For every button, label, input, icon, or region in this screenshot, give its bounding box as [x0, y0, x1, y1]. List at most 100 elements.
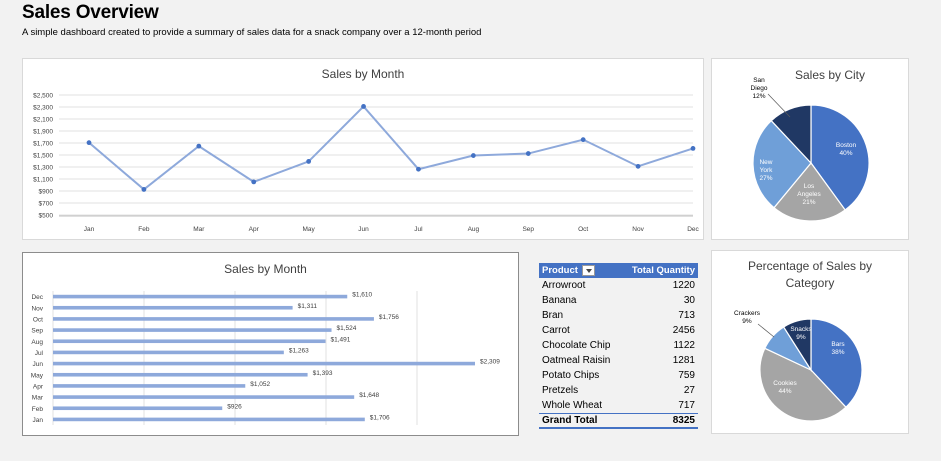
table-row[interactable]: Potato Chips 759	[539, 368, 698, 383]
y-tick-label: $700	[39, 201, 54, 208]
product-cell: Whole Wheat	[542, 399, 603, 411]
y-tick-label: $900	[39, 189, 54, 196]
table-row[interactable]: Chocolate Chip 1122	[539, 338, 698, 353]
product-cell: Chocolate Chip	[542, 340, 611, 351]
product-cell: Arrowroot	[542, 280, 586, 291]
y-tick-label: Aug	[31, 339, 43, 346]
y-tick-label: Jul	[35, 350, 44, 357]
x-tick-label: Dec	[687, 226, 699, 233]
y-tick-label: Apr	[33, 383, 44, 390]
product-cell: Bran	[542, 310, 564, 321]
table-row[interactable]: Arrowroot 1220	[539, 278, 698, 293]
bar	[53, 328, 332, 332]
x-tick-label: Aug	[468, 226, 480, 233]
qty-cell: 759	[678, 370, 695, 381]
y-tick-label: Dec	[31, 294, 43, 301]
y-tick-label: Mar	[32, 395, 44, 402]
data-point	[470, 153, 476, 158]
bar	[53, 384, 246, 388]
data-point	[361, 104, 366, 109]
pivot-header-row: Product Total Quantity	[539, 263, 698, 278]
table-row[interactable]: Oatmeal Raisin 1281	[539, 353, 698, 368]
data-point	[690, 146, 696, 151]
bar	[53, 417, 365, 422]
bar	[53, 294, 348, 299]
line-chart: $500 $700 $900 $1,100 $1,300 $1,500 $1,700 $1,9…	[33, 93, 699, 234]
product-cell: Pretzels	[542, 385, 579, 396]
bar	[53, 361, 475, 366]
filter-dropdown-icon[interactable]	[581, 264, 595, 276]
slice-label: Crackers 9%	[734, 310, 761, 325]
y-tick-label: $2,300	[33, 105, 53, 112]
y-tick-label: Jan	[33, 417, 44, 424]
qty-cell: 717	[678, 399, 695, 411]
data-label: $2,309	[480, 359, 500, 366]
grand-total-row[interactable]: Grand Total 8325	[539, 412, 698, 429]
bar-chart: Dec $1,610 Nov $1,311 Oct $1,756 Sep $1,524 Aug $…	[31, 291, 500, 425]
product-cell: Carrot	[542, 325, 570, 336]
y-tick-label: Sep	[31, 328, 43, 335]
pivot-table: Product Total Quantity Arrowroot 1220 Ban…	[539, 263, 698, 429]
table-row[interactable]: Carrot 2456	[539, 323, 698, 338]
qty-cell: 2456	[672, 325, 695, 336]
bar-chart-panel[interactable]: Sales by Month Dec $1,610 Nov $1,311 Oct $1,7…	[22, 252, 519, 436]
x-tick-label: Oct	[578, 226, 588, 233]
y-tick-label: Jun	[33, 361, 44, 368]
y-tick-label: $2,100	[33, 117, 53, 124]
y-tick-label: Feb	[32, 406, 44, 413]
product-cell: Banana	[542, 295, 577, 306]
bar	[53, 317, 374, 321]
table-row[interactable]: Bran 713	[539, 308, 698, 323]
x-tick-label: Mar	[193, 226, 205, 233]
x-tick-label: Apr	[249, 226, 260, 233]
data-label: $1,263	[289, 347, 309, 354]
data-label: $1,756	[379, 314, 399, 321]
data-label: $1,393	[313, 370, 333, 377]
data-label: $1,311	[298, 303, 318, 310]
bar	[53, 350, 284, 355]
data-point	[251, 179, 257, 185]
grand-total-label: Grand Total	[539, 412, 622, 429]
x-tick-label: Jun	[358, 226, 369, 233]
pivot-header-product-label: Product	[542, 265, 578, 276]
leader-line	[767, 93, 791, 118]
bar	[53, 372, 308, 377]
qty-cell: 1122	[673, 340, 695, 351]
qty-cell: 1220	[672, 280, 695, 291]
data-label: $1,524	[337, 325, 357, 332]
data-point	[306, 159, 312, 164]
y-tick-label: May	[31, 372, 44, 379]
y-tick-label: $1,100	[33, 177, 53, 184]
y-tick-label: Nov	[31, 305, 43, 312]
data-point	[141, 187, 147, 192]
y-tick-label: $500	[39, 213, 54, 220]
city-pie-chart: Boston 40%Los Angeles 21%New York 27%San Diego…	[751, 77, 870, 222]
table-row[interactable]: Banana 30	[539, 293, 698, 308]
x-tick-label: May	[302, 226, 315, 233]
y-tick-label: $1,700	[33, 141, 53, 148]
x-tick-label: Jan	[84, 226, 95, 233]
pivot-header-product[interactable]: Product	[539, 263, 622, 278]
product-cell: Oatmeal Raisin	[542, 355, 611, 366]
data-label: $926	[227, 403, 242, 410]
data-label: $1,610	[352, 292, 372, 299]
product-cell: Potato Chips	[542, 370, 600, 381]
city-chart-panel[interactable]: Sales by City Boston 40% Los Angeles 21% New Y…	[711, 58, 909, 240]
data-point	[635, 163, 641, 169]
slice-label: San Diego 12%	[751, 77, 768, 100]
data-point	[86, 140, 92, 146]
table-row[interactable]: Pretzels 27	[539, 383, 698, 398]
y-tick-label: Oct	[33, 316, 43, 323]
data-point	[580, 137, 586, 143]
qty-cell: 30	[683, 295, 695, 306]
table-row[interactable]: Whole Wheat 717	[539, 398, 698, 413]
line-chart-panel[interactable]: Sales by Month $500 $700 $900 $1,100 $1,300 $…	[22, 58, 704, 240]
y-tick-label: $2,500	[33, 93, 53, 100]
data-label: $1,706	[370, 414, 390, 421]
data-label: $1,052	[250, 381, 270, 388]
pivot-header-qty: Total Quantity	[621, 263, 698, 278]
bar	[53, 395, 355, 399]
slice-label: Bars 38%	[831, 341, 845, 356]
category-chart-panel[interactable]: Percentage of Sales by Category Bars 38% C…	[711, 250, 909, 434]
page-title: Sales Overview	[22, 2, 159, 23]
